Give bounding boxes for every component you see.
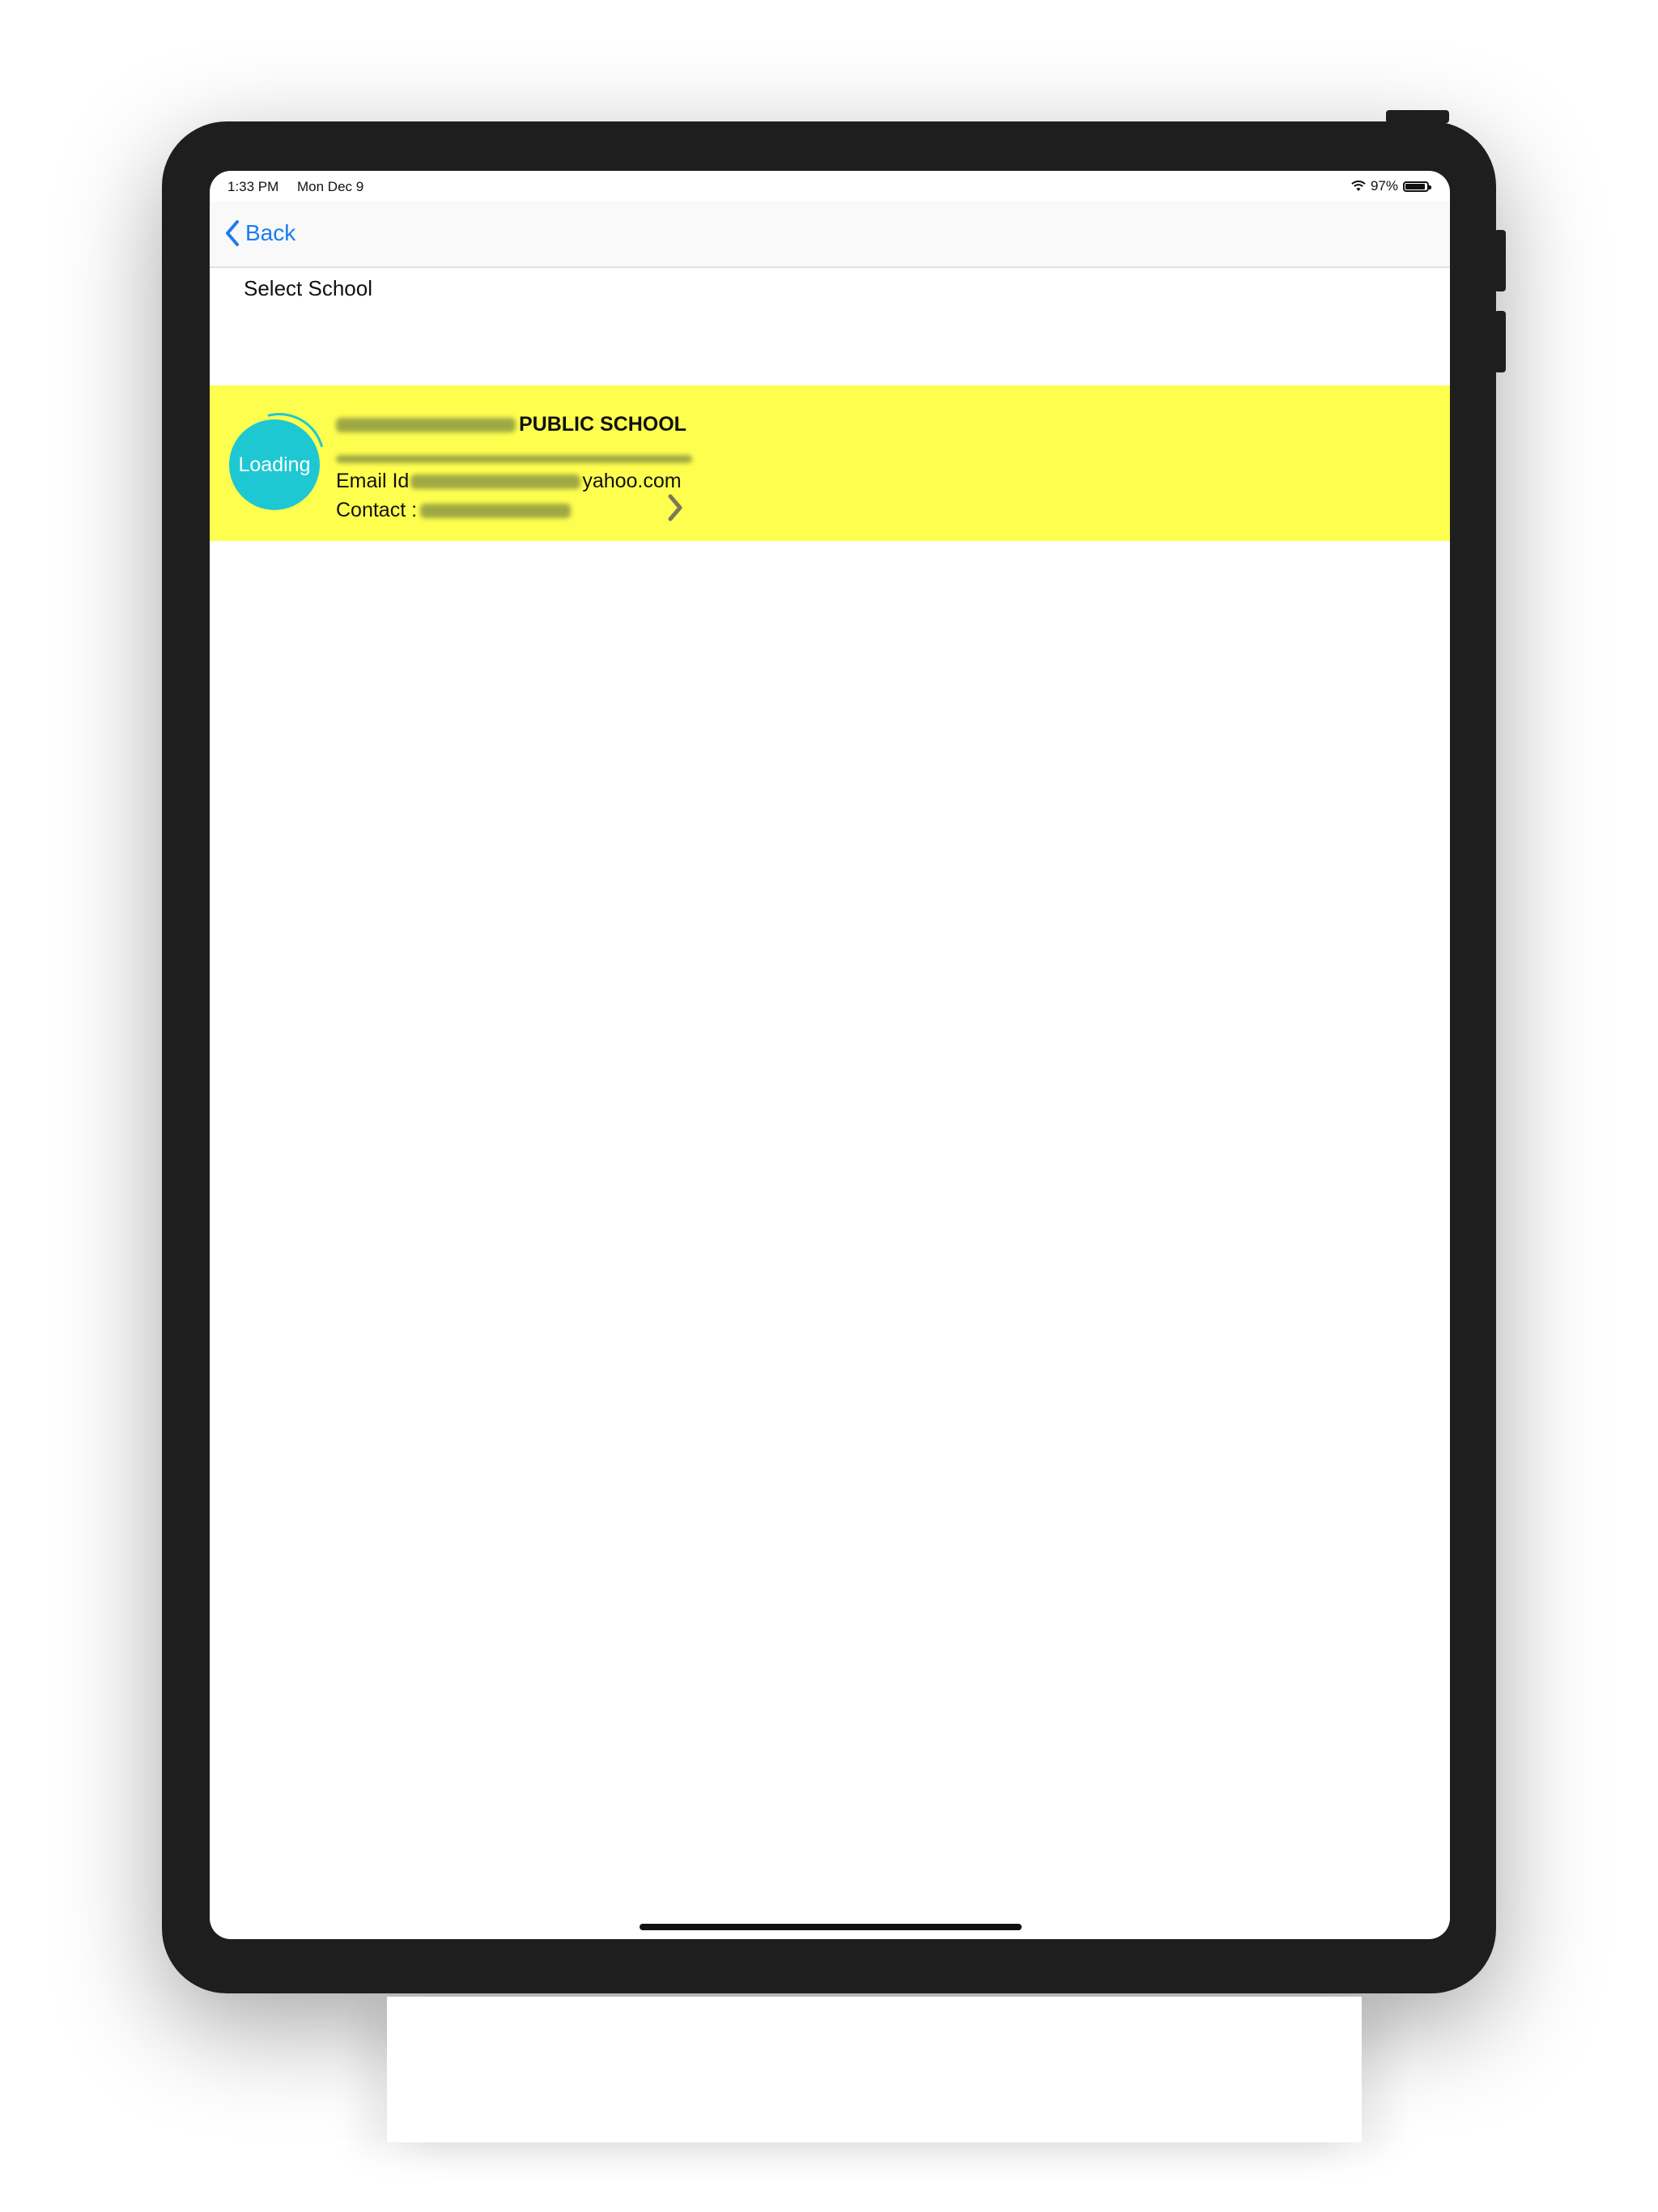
navigation-bar: Back xyxy=(210,202,1450,268)
back-button[interactable]: Back xyxy=(224,219,295,247)
screen: 1:33 PM Mon Dec 9 97% Back Select School xyxy=(210,171,1450,1939)
redacted-address xyxy=(336,455,692,463)
status-date: Mon Dec 9 xyxy=(297,179,364,194)
volume-up-button xyxy=(1494,230,1506,291)
chevron-left-icon xyxy=(226,220,239,246)
battery-percent: 97% xyxy=(1370,178,1398,194)
email-suffix: yahoo.com xyxy=(582,470,682,492)
school-list-item[interactable]: Loading PUBLIC SCHOOL Email Id yahoo.com… xyxy=(210,385,1450,541)
redacted-email xyxy=(410,474,581,489)
status-right: 97% xyxy=(1351,178,1431,194)
school-name: PUBLIC SCHOOL xyxy=(336,413,687,436)
status-bar: 1:33 PM Mon Dec 9 97% xyxy=(210,171,1450,202)
school-name-suffix: PUBLIC SCHOOL xyxy=(519,413,687,436)
battery-icon xyxy=(1403,181,1431,192)
contact-label: Contact : xyxy=(336,499,418,521)
volume-down-button xyxy=(1494,311,1506,372)
school-contact: Contact : xyxy=(336,499,572,522)
status-time: 1:33 PM xyxy=(227,179,279,194)
redacted-contact xyxy=(420,503,572,518)
section-title: Select School xyxy=(244,276,372,300)
back-label: Back xyxy=(245,220,296,245)
wifi-icon xyxy=(1351,181,1366,191)
school-logo-text: Loading xyxy=(238,453,311,476)
school-logo: Loading xyxy=(229,419,320,510)
stand-shadow xyxy=(387,1997,1362,2142)
school-email: Email Id yahoo.com xyxy=(336,470,682,493)
email-prefix: Email Id xyxy=(336,470,410,492)
chevron-right-icon xyxy=(668,494,682,521)
redacted-name xyxy=(336,417,516,432)
power-button xyxy=(1386,110,1449,123)
home-indicator[interactable] xyxy=(640,1924,1022,1930)
